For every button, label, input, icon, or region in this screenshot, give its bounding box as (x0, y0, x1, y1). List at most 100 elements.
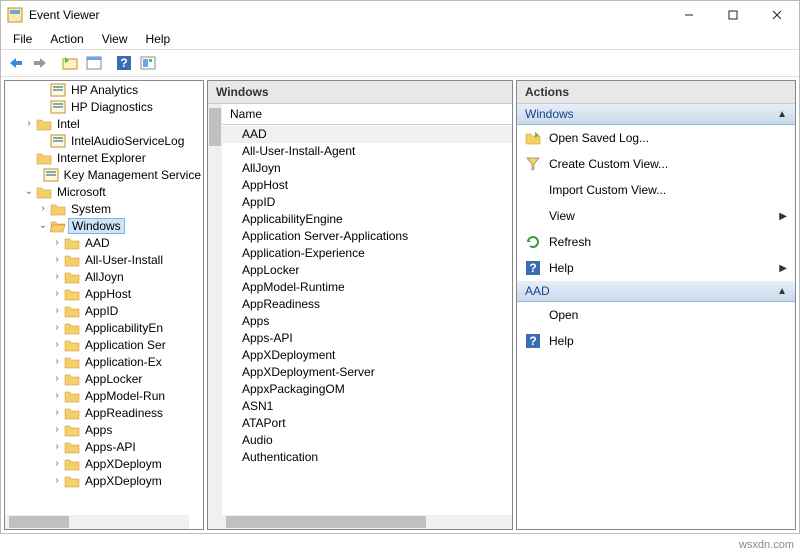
expand-icon[interactable]: › (23, 118, 35, 129)
tree-item[interactable]: ›Application Ser (5, 336, 203, 353)
tree-item[interactable]: Key Management Service (5, 166, 203, 183)
expand-icon[interactable]: › (51, 458, 63, 469)
expand-icon[interactable]: › (51, 271, 63, 282)
tree-hscroll[interactable] (5, 515, 189, 529)
folder-icon (64, 371, 80, 387)
tree-item-label: AppHost (83, 287, 133, 301)
tree-item-label: All-User-Install (83, 253, 165, 267)
list-vscroll[interactable] (208, 104, 222, 529)
list-item[interactable]: AppReadiness (222, 296, 512, 313)
list-item[interactable]: Application-Experience (222, 245, 512, 262)
tree-item[interactable]: ›AppModel-Run (5, 387, 203, 404)
titlebar: Event Viewer (1, 1, 799, 29)
minimize-button[interactable] (667, 1, 711, 29)
tree-item[interactable]: HP Diagnostics (5, 98, 203, 115)
expand-icon[interactable]: ⌄ (37, 220, 49, 231)
tree-item[interactable]: ›AppXDeploym (5, 455, 203, 472)
tree-item[interactable]: HP Analytics (5, 81, 203, 98)
list-item[interactable]: Application Server-Applications (222, 228, 512, 245)
action-item[interactable]: View▶ (517, 203, 795, 229)
tree-item[interactable]: ›Intel (5, 115, 203, 132)
tree-item[interactable]: IntelAudioServiceLog (5, 132, 203, 149)
list-item[interactable]: AAD (222, 126, 512, 143)
list-item[interactable]: AppXDeployment-Server (222, 364, 512, 381)
forward-button[interactable] (29, 52, 51, 74)
maximize-button[interactable] (711, 1, 755, 29)
show-hide-tree-button[interactable] (59, 52, 81, 74)
column-header-name[interactable]: Name (222, 104, 512, 125)
tree-item[interactable]: › AppHost (5, 285, 203, 302)
tree-item[interactable]: ⌄ Microsoft (5, 183, 203, 200)
expand-icon[interactable]: › (51, 390, 63, 401)
tree-item[interactable]: › All-User-Install (5, 251, 203, 268)
back-button[interactable] (5, 52, 27, 74)
list-item[interactable]: ASN1 (222, 398, 512, 415)
action-item[interactable]: Open Saved Log... (517, 125, 795, 151)
tree-item[interactable]: ›Apps (5, 421, 203, 438)
tree-item[interactable]: ›Apps-API (5, 438, 203, 455)
expand-icon[interactable]: › (37, 203, 49, 214)
list-item[interactable]: AppXDeployment (222, 347, 512, 364)
expand-icon[interactable]: › (51, 305, 63, 316)
tree-item[interactable]: › AppID (5, 302, 203, 319)
list-item[interactable]: AllJoyn (222, 160, 512, 177)
expand-icon[interactable]: ⌄ (23, 186, 35, 197)
actions-section-aad[interactable]: AAD▲ (517, 281, 795, 302)
tree-item[interactable]: ›AAD (5, 234, 203, 251)
action-item[interactable]: Refresh (517, 229, 795, 255)
list-item[interactable]: Audio (222, 432, 512, 449)
menu-view[interactable]: View (94, 30, 136, 48)
list-item[interactable]: Apps (222, 313, 512, 330)
action-item[interactable]: ?Help (517, 328, 795, 354)
expand-icon[interactable]: › (51, 339, 63, 350)
menu-action[interactable]: Action (42, 30, 91, 48)
menu-file[interactable]: File (5, 30, 40, 48)
list-items[interactable]: AADAll-User-Install-AgentAllJoynAppHostA… (222, 126, 512, 515)
action-item[interactable]: Import Custom View... (517, 177, 795, 203)
list-item[interactable]: AppxPackagingOM (222, 381, 512, 398)
actions-section-windows[interactable]: Windows▲ (517, 104, 795, 125)
log-icon (43, 167, 59, 183)
help-button[interactable]: ? (113, 52, 135, 74)
tree-item[interactable]: ›AllJoyn (5, 268, 203, 285)
list-item[interactable]: All-User-Install-Agent (222, 143, 512, 160)
list-item[interactable]: AppModel-Runtime (222, 279, 512, 296)
tree-item[interactable]: ⌄Windows (5, 217, 203, 234)
tree-item-label: AppID (83, 304, 120, 318)
tree-item[interactable]: ›Application-Ex (5, 353, 203, 370)
expand-icon[interactable]: › (51, 373, 63, 384)
expand-icon[interactable]: › (51, 424, 63, 435)
list-item[interactable]: AppHost (222, 177, 512, 194)
properties-button[interactable] (83, 52, 105, 74)
log-icon (50, 82, 66, 98)
list-item[interactable]: AppID (222, 194, 512, 211)
close-button[interactable] (755, 1, 799, 29)
tree-item-label: Microsoft (55, 185, 108, 199)
expand-icon[interactable]: › (51, 237, 63, 248)
menu-help[interactable]: Help (138, 30, 179, 48)
tree-item[interactable]: Internet Explorer (5, 149, 203, 166)
tree-item[interactable]: ›System (5, 200, 203, 217)
tree[interactable]: HP AnalyticsHP Diagnostics›IntelIntelAud… (5, 81, 203, 515)
export-button[interactable] (137, 52, 159, 74)
expand-icon[interactable]: › (51, 407, 63, 418)
expand-icon[interactable]: › (51, 475, 63, 486)
tree-item[interactable]: ›AppLocker (5, 370, 203, 387)
list-item[interactable]: ApplicabilityEngine (222, 211, 512, 228)
tree-item[interactable]: ›AppReadiness (5, 404, 203, 421)
list-item[interactable]: Apps-API (222, 330, 512, 347)
list-item[interactable]: AppLocker (222, 262, 512, 279)
list-hscroll[interactable] (222, 515, 512, 529)
tree-item[interactable]: ›ApplicabilityEn (5, 319, 203, 336)
list-item[interactable]: Authentication (222, 449, 512, 466)
tree-item[interactable]: ›AppXDeploym (5, 472, 203, 489)
action-item[interactable]: ?Help▶ (517, 255, 795, 281)
expand-icon[interactable]: › (51, 322, 63, 333)
expand-icon[interactable]: › (51, 288, 63, 299)
action-item[interactable]: Create Custom View... (517, 151, 795, 177)
expand-icon[interactable]: › (51, 441, 63, 452)
action-item[interactable]: Open (517, 302, 795, 328)
expand-icon[interactable]: › (51, 254, 63, 265)
list-item[interactable]: ATAPort (222, 415, 512, 432)
expand-icon[interactable]: › (51, 356, 63, 367)
